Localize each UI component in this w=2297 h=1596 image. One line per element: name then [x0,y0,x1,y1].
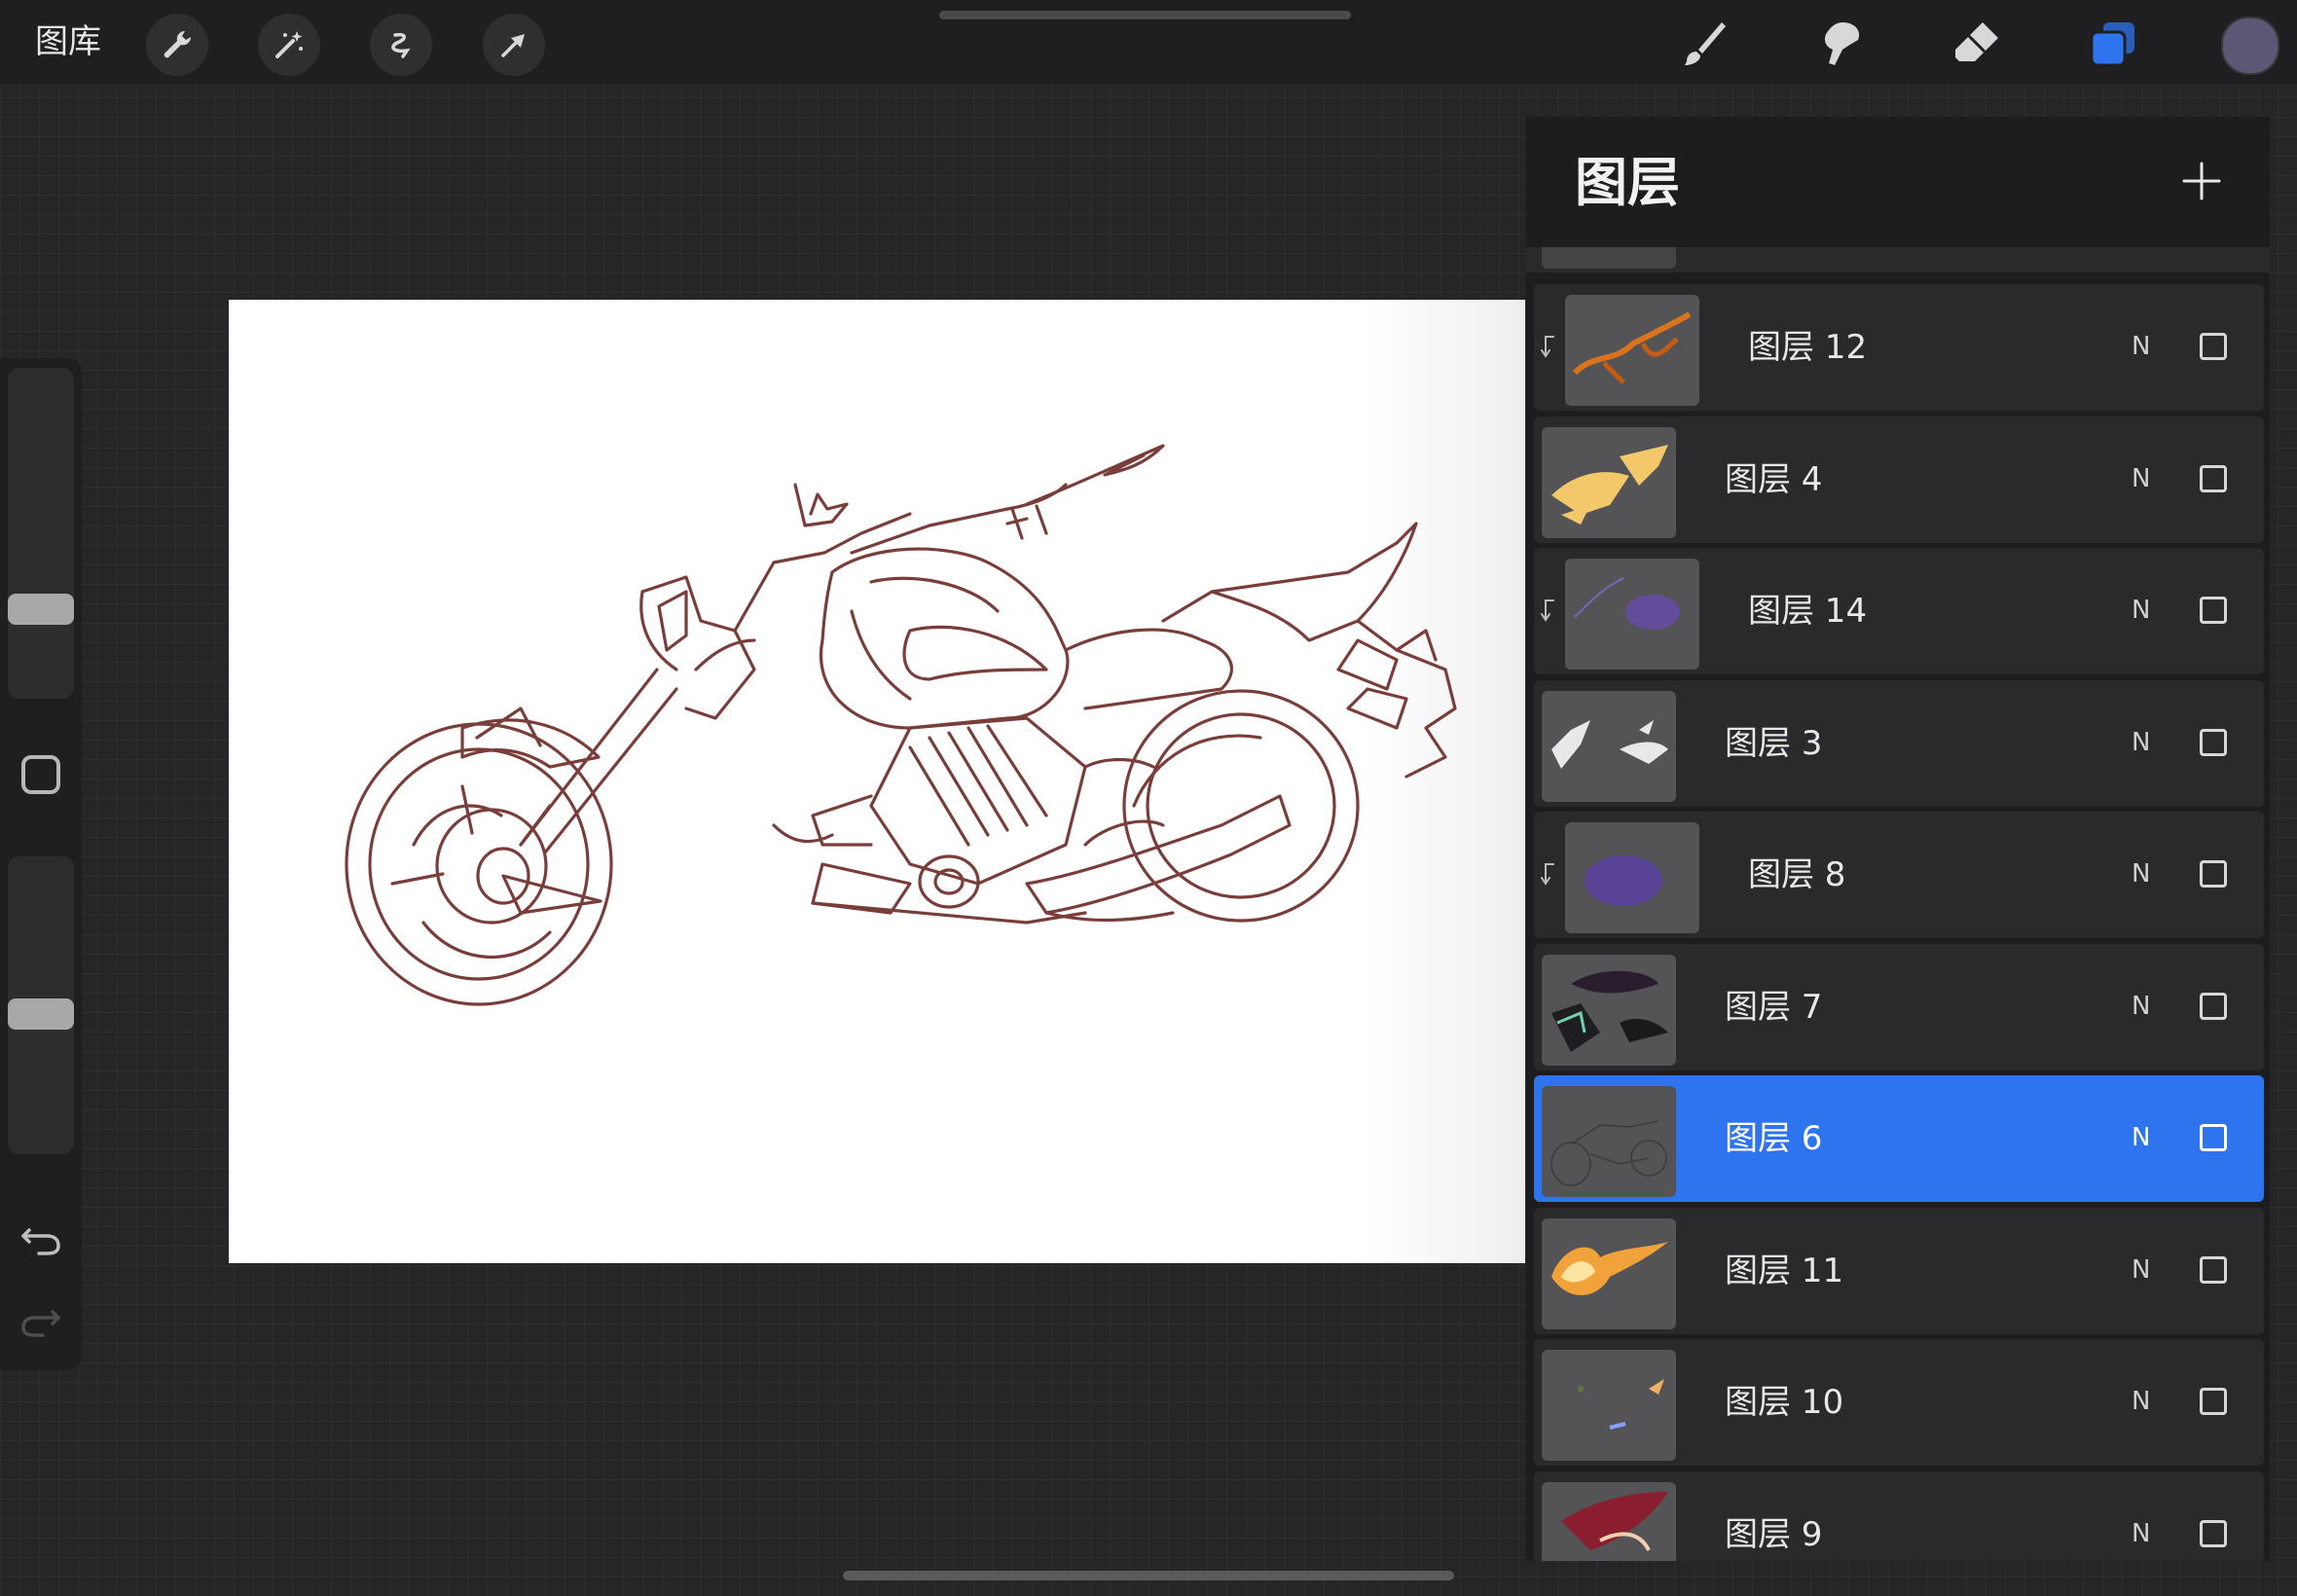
layer-thumbnail[interactable] [1565,822,1699,933]
layer-name: 图层 9 [1725,1514,1823,1554]
selection-button[interactable] [370,14,432,76]
layer-row[interactable]: 图层 3 N [1534,679,2264,807]
clipping-mask-icon [1541,599,1554,622]
paint-button[interactable] [1672,12,1736,76]
blend-mode-button[interactable]: N [2132,854,2150,893]
layer-thumbnail[interactable] [1565,559,1699,670]
plus-icon[interactable] [2180,160,2223,202]
top-toolbar: 图库 [0,0,2297,84]
redo-icon [21,1310,60,1337]
layers-icon [2090,22,2134,67]
layer-name: 图层 14 [1748,592,1868,631]
layer-name: 图层 12 [1748,328,1868,367]
clipping-mask-icon [1541,863,1554,886]
layer-visibility-checkbox[interactable] [2200,1388,2227,1415]
procreate-app: 图库 图层 图层 12 N 图层 4 N 图层 14 N 图层 3 N 图层 8… [0,0,2297,1596]
layer-name: 图层 10 [1725,1383,1844,1422]
layers-panel: 图层 图层 12 N 图层 4 N 图层 14 N 图层 3 N 图层 8 N 图层 7 N 图层 6 N… [1526,117,2270,1561]
layer-row[interactable]: 图层 10 N [1534,1339,2264,1466]
transform-arrow-icon [501,34,525,57]
layer-row[interactable]: 图层 11 N [1534,1207,2264,1334]
layer-visibility-checkbox[interactable] [2200,597,2227,624]
layer-name: 图层 11 [1725,1251,1844,1290]
smudge-button[interactable] [1808,12,1873,76]
blend-mode-button[interactable]: N [2132,1118,2150,1157]
brush-size-slider[interactable] [8,368,74,699]
layer-thumbnail[interactable] [1542,1086,1676,1197]
layer-name: 图层 8 [1748,855,1846,894]
layer-thumbnail[interactable] [1542,1481,1676,1561]
color-picker-button[interactable] [2221,17,2279,75]
selection-icon [391,32,411,58]
opacity-slider[interactable] [8,856,74,1154]
motorcycle-line-art [345,444,1457,1006]
eraser-icon [1955,22,1998,61]
layer-visibility-checkbox[interactable] [2200,464,2227,492]
layer-row[interactable]: 图层 6 N [1534,1075,2264,1202]
transform-button[interactable] [483,14,545,76]
layer-name: 图层 7 [1725,987,1823,1027]
layer-row[interactable]: 图层 8 N [1534,812,2264,938]
brush-size-thumb[interactable] [8,594,74,625]
layer-visibility-checkbox[interactable] [2200,1124,2227,1151]
layers-panel-title: 图层 [1575,152,1680,213]
layer-thumbnail [1542,247,1676,269]
layer-name: 图层 4 [1725,459,1823,499]
layer-thumbnail[interactable] [1542,690,1676,802]
blend-mode-button[interactable]: N [2132,723,2150,762]
blend-mode-button[interactable]: N [2132,1382,2150,1421]
smudge-icon [1824,22,1860,65]
layer-visibility-checkbox[interactable] [2200,728,2227,756]
layer-visibility-checkbox[interactable] [2200,860,2227,888]
layer-row-partial[interactable] [1526,247,2270,274]
home-indicator[interactable] [843,1571,1454,1580]
clipping-mask-icon [1541,336,1554,358]
layer-visibility-checkbox[interactable] [2200,1519,2227,1547]
opacity-thumb[interactable] [8,998,74,1030]
layer-visibility-checkbox[interactable] [2200,333,2227,360]
layer-row[interactable]: 图层 14 N [1534,548,2264,674]
layer-name: 图层 3 [1725,723,1823,763]
actions-button[interactable] [146,14,208,76]
top-grabber[interactable] [939,11,1351,19]
erase-button[interactable] [1945,12,2009,76]
undo-button[interactable] [18,1216,64,1263]
blend-mode-button[interactable]: N [2132,327,2150,366]
layer-thumbnail[interactable] [1542,954,1676,1066]
layers-panel-header: 图层 [1526,117,2270,247]
layer-row[interactable]: 图层 12 N [1534,284,2264,411]
drawing-canvas[interactable] [229,300,1525,1263]
layer-name: 图层 6 [1725,1119,1823,1158]
layers-button[interactable] [2081,12,2145,76]
layer-visibility-checkbox[interactable] [2200,992,2227,1020]
layer-row[interactable]: 图层 4 N [1534,416,2264,543]
layer-thumbnail[interactable] [1565,295,1699,406]
brush-icon [1685,22,1726,65]
blend-mode-button[interactable]: N [2132,987,2150,1026]
left-sidebar [0,358,82,1370]
layer-visibility-checkbox[interactable] [2200,1255,2227,1284]
adjustments-button[interactable] [258,14,320,76]
blend-mode-button[interactable]: N [2132,1514,2150,1553]
layer-row[interactable]: 图层 7 N [1534,943,2264,1070]
magic-wand-icon [275,31,303,58]
layer-thumbnail[interactable] [1542,1350,1676,1461]
layer-row[interactable]: 图层 9 N [1534,1470,2264,1561]
undo-icon [21,1228,60,1255]
blend-mode-button[interactable]: N [2132,459,2150,498]
modify-button[interactable] [21,755,60,794]
layer-thumbnail[interactable] [1542,426,1676,538]
layer-thumbnail[interactable] [1542,1217,1676,1329]
wrench-icon [164,30,192,58]
blend-mode-button[interactable]: N [2132,591,2150,630]
blend-mode-button[interactable]: N [2132,1251,2150,1289]
redo-button[interactable] [18,1298,64,1345]
gallery-button[interactable]: 图库 [35,18,101,66]
